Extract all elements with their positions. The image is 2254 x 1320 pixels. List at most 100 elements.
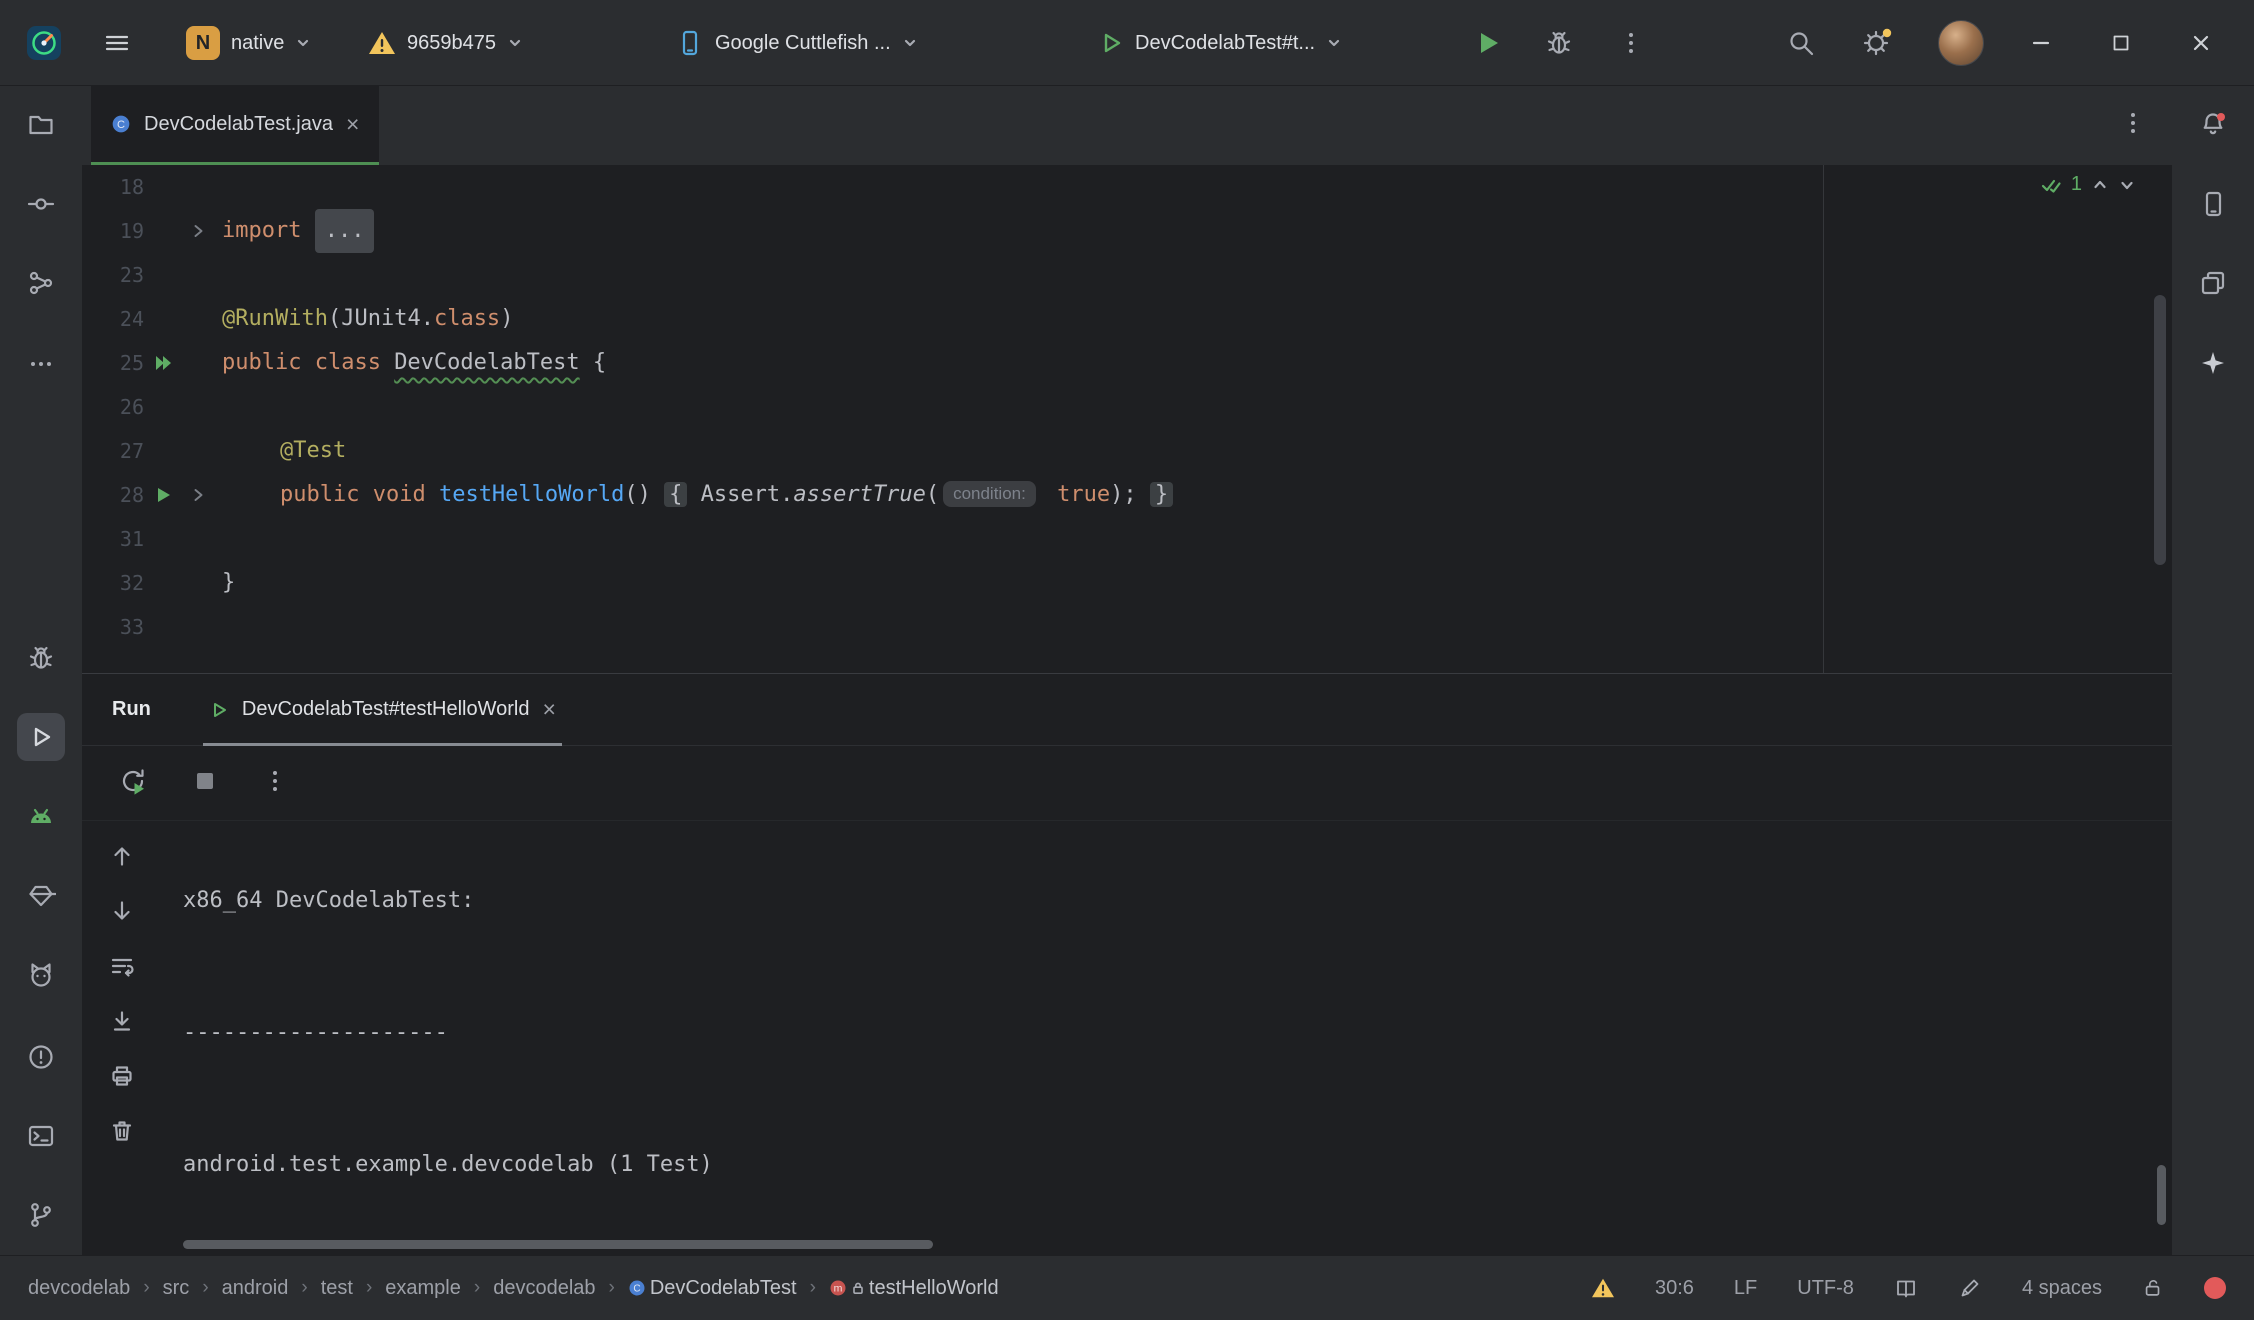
run-button[interactable] — [1472, 0, 1502, 86]
editor-line[interactable]: 28 public void testHelloWorld() { Assert… — [82, 473, 2172, 517]
share-nodes-icon — [26, 268, 56, 298]
trash-icon — [109, 1118, 135, 1144]
run-class-gutter-button[interactable] — [144, 352, 182, 374]
run-tab-label: DevCodelabTest#testHelloWorld — [242, 698, 530, 721]
console-more-button[interactable] — [262, 768, 288, 799]
editor-line[interactable]: 25 public class DevCodelabTest { — [82, 341, 2172, 385]
code-editor[interactable]: 1 18 19 import ... 23 — [82, 165, 2172, 673]
scroll-to-end-button[interactable] — [109, 1008, 135, 1039]
breadcrumb-item[interactable]: devcodelab — [493, 1277, 595, 1300]
run-config-label: DevCodelabTest#t... — [1135, 32, 1315, 55]
editor-line[interactable]: 19 import ... — [82, 209, 2172, 253]
tool-debug-button[interactable] — [17, 634, 65, 682]
indent-widget[interactable]: 4 spaces — [2022, 1277, 2102, 1300]
run-test-gutter-button[interactable] — [144, 484, 182, 506]
tool-terminal-button[interactable] — [17, 1112, 65, 1160]
window-minimize-button[interactable] — [2028, 0, 2054, 86]
editor-line[interactable]: 33 — [82, 605, 2172, 649]
fold-toggle[interactable] — [182, 222, 214, 240]
run-configuration-selector[interactable]: DevCodelabTest#t... — [1098, 0, 1342, 86]
editor-line[interactable]: 18 — [82, 165, 2172, 209]
breadcrumb-item-method[interactable]: m testHelloWorld — [829, 1277, 999, 1300]
breadcrumb-item[interactable]: test — [321, 1277, 353, 1300]
editor-line[interactable]: 26 — [82, 385, 2172, 429]
down-stacktrace-button[interactable] — [109, 898, 135, 929]
main-menu-button[interactable] — [102, 0, 132, 86]
rerun-button[interactable] — [118, 766, 148, 801]
line-separator-widget[interactable]: LF — [1734, 1277, 1757, 1300]
console-vertical-scrollbar[interactable] — [2157, 1165, 2166, 1225]
running-devices-button[interactable] — [2189, 259, 2237, 307]
console-horizontal-scrollbar[interactable] — [183, 1240, 933, 1249]
console-output[interactable]: x86_64 DevCodelabTest: -----------------… — [162, 821, 2172, 1255]
breadcrumb-item[interactable]: devcodelab — [28, 1277, 130, 1300]
gemini-button[interactable] — [2189, 340, 2237, 388]
tab-close-icon[interactable]: × — [346, 113, 359, 136]
tool-version-control-button[interactable] — [17, 1191, 65, 1239]
tool-more-button[interactable] — [17, 340, 65, 388]
project-selector[interactable]: N native — [186, 0, 311, 86]
vcs-branch-selector[interactable]: 9659b475 — [368, 0, 523, 86]
folded-imports[interactable]: ... — [315, 209, 375, 253]
settings-button[interactable] — [1860, 0, 1892, 86]
clear-console-button[interactable] — [109, 1118, 135, 1149]
error-indicator[interactable] — [2204, 1277, 2226, 1299]
editor-line[interactable]: 27 @Test — [82, 429, 2172, 473]
search-everywhere-button[interactable] — [1786, 0, 1816, 86]
breadcrumb-item-class[interactable]: C DevCodelabTest — [628, 1277, 797, 1300]
editor-scrollbar[interactable] — [2154, 295, 2166, 565]
line-number: 33 — [82, 605, 144, 649]
readonly-toggle[interactable] — [2142, 1276, 2164, 1300]
stop-button[interactable] — [192, 768, 218, 799]
print-button[interactable] — [109, 1063, 135, 1094]
kebab-menu-icon — [262, 768, 288, 794]
breadcrumb-item[interactable]: example — [385, 1277, 461, 1300]
more-actions-button[interactable] — [1618, 0, 1644, 86]
debug-button[interactable] — [1544, 0, 1574, 86]
tool-app-quality-insights-button[interactable] — [17, 872, 65, 920]
cat-icon — [26, 960, 56, 990]
line-number: 31 — [82, 517, 144, 561]
run-panel-title: Run — [112, 698, 151, 721]
device-selector[interactable]: Google Cuttlefish ... — [676, 0, 918, 86]
user-account-button[interactable] — [1938, 0, 1984, 86]
fold-arrow-icon — [189, 486, 207, 504]
up-stacktrace-button[interactable] — [109, 843, 135, 874]
tool-run-button[interactable] — [17, 713, 65, 761]
run-panel-header: Run DevCodelabTest#testHelloWorld × — [82, 674, 2172, 746]
svg-text:C: C — [633, 1283, 640, 1294]
editor-line[interactable]: 23 — [82, 253, 2172, 297]
tool-commit-button[interactable] — [17, 180, 65, 228]
editor-line[interactable]: 31 — [82, 517, 2172, 561]
tool-pull-requests-button[interactable] — [17, 259, 65, 307]
tool-logcat-button[interactable] — [17, 793, 65, 841]
cursor-position-widget[interactable]: 30:6 — [1655, 1277, 1694, 1300]
breadcrumb-item[interactable]: src — [163, 1277, 190, 1300]
titlebar: N native 9659b475 Google Cuttlefish ... … — [0, 0, 2254, 86]
reader-mode-button[interactable] — [1894, 1276, 1918, 1300]
run-tab-close-icon[interactable]: × — [542, 698, 555, 721]
tool-problems-button[interactable] — [17, 1033, 65, 1081]
window-maximize-button[interactable] — [2108, 0, 2134, 86]
notifications-button[interactable] — [2189, 101, 2237, 149]
soft-wrap-button[interactable] — [109, 953, 135, 984]
class-icon: C — [111, 114, 131, 134]
tool-project-button[interactable] — [17, 101, 65, 149]
play-icon — [1472, 28, 1502, 58]
warning-indicator[interactable] — [1591, 1277, 1615, 1299]
breadcrumb-item[interactable]: android — [222, 1277, 289, 1300]
pen-icon — [1958, 1276, 1982, 1300]
device-name-label: Google Cuttlefish ... — [715, 32, 891, 55]
editor-line[interactable]: 32 } — [82, 561, 2172, 605]
bug-icon — [26, 643, 56, 673]
run-panel-tab[interactable]: DevCodelabTest#testHelloWorld × — [203, 674, 562, 746]
encoding-widget[interactable]: UTF-8 — [1797, 1277, 1854, 1300]
highlighting-level-button[interactable] — [1958, 1276, 1982, 1300]
tool-profiler-button[interactable] — [17, 951, 65, 999]
editor-line[interactable]: 24 @RunWith(JUnit4.class) — [82, 297, 2172, 341]
tab-options-button[interactable] — [2120, 110, 2146, 141]
fold-toggle[interactable] — [182, 486, 214, 504]
window-close-button[interactable] — [2188, 0, 2214, 86]
device-manager-button[interactable] — [2189, 180, 2237, 228]
editor-tab-active[interactable]: C DevCodelabTest.java × — [91, 86, 379, 165]
